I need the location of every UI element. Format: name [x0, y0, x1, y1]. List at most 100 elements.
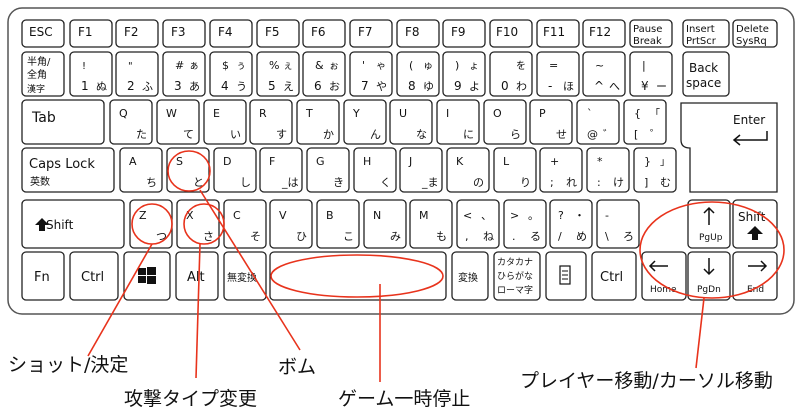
key-kana[interactable]: カタカナひらがなローマ字	[493, 251, 541, 301]
key-hankaku[interactable]: 半角/全角漢字	[21, 51, 65, 97]
key-esc[interactable]: ESC	[21, 19, 65, 48]
callout-attack-type-change: 攻撃タイプ変更	[124, 388, 258, 410]
key-backspace[interactable]: Backspace	[682, 51, 730, 97]
key-kat[interactable]: ` @ ゛	[576, 99, 620, 145]
callout-pause: ゲーム一時停止	[338, 388, 471, 410]
key-k1[interactable]: ! 1 ぬ	[69, 51, 113, 97]
key-label: く	[380, 176, 391, 189]
key-delete[interactable]: DeleteSysRq	[732, 19, 778, 48]
key-ctrlr[interactable]: Ctrl	[591, 251, 637, 301]
key-label: 9	[454, 79, 462, 93]
key-label: Delete	[736, 24, 769, 35]
key-f4[interactable]: F4	[209, 19, 253, 48]
key-label: に	[463, 128, 474, 141]
key-label: り	[520, 176, 531, 189]
key-pause[interactable]: PauseBreak	[629, 19, 673, 48]
key-label: SysRq	[736, 36, 767, 47]
key-f7[interactable]: F7	[349, 19, 393, 48]
key-f3[interactable]: F3	[162, 19, 206, 48]
key-menu[interactable]	[545, 251, 587, 301]
key-ctrll[interactable]: Ctrl	[69, 251, 119, 301]
key-label: 全角	[27, 68, 47, 81]
key-label: !	[82, 61, 86, 72]
key-kp[interactable]: Pせ	[529, 99, 573, 145]
key-ky[interactable]: Yん	[343, 99, 387, 145]
key-tab[interactable]: Tab	[21, 99, 105, 145]
key-space[interactable]	[269, 251, 447, 301]
key-kn[interactable]: Nみ	[363, 199, 407, 249]
key-kstar[interactable]: *: け	[586, 147, 630, 193]
key-k3[interactable]: # ぁ3 あ	[162, 51, 206, 97]
key-k7[interactable]: ' ゃ7 や	[349, 51, 393, 97]
key-k2[interactable]: " 2 ふ	[115, 51, 159, 97]
key-kz[interactable]: Zつ	[129, 199, 173, 249]
key-f6[interactable]: F6	[302, 19, 346, 48]
key-kslash[interactable]: ? ・ / め	[549, 199, 593, 249]
key-kcomma[interactable]: < 、, ね	[456, 199, 500, 249]
key-k5[interactable]: % ぇ5 え	[256, 51, 300, 97]
key-f5[interactable]: F5	[256, 19, 300, 48]
key-label: き	[333, 176, 344, 189]
key-label: F10	[496, 25, 518, 39]
key-fn[interactable]: Fn	[21, 251, 65, 301]
key-label: +	[550, 155, 559, 168]
key-kyen[interactable]: | ¥ ー	[629, 51, 673, 97]
key-f8[interactable]: F8	[396, 19, 440, 48]
key-f12[interactable]: F12	[582, 19, 626, 48]
key-km[interactable]: Mも	[409, 199, 453, 249]
key-label: L	[503, 155, 510, 168]
key-kq[interactable]: Qた	[109, 99, 153, 145]
key-label: PrtScr	[686, 36, 717, 47]
key-kj[interactable]: J _ま	[399, 147, 443, 193]
key-ki[interactable]: Iに	[436, 99, 480, 145]
key-muhenkan[interactable]: 無変換	[223, 251, 267, 301]
key-f10[interactable]: F10	[489, 19, 533, 48]
key-shiftr[interactable]: Shift	[732, 199, 778, 249]
key-kplus[interactable]: +; れ	[539, 147, 583, 193]
key-label: ;	[550, 176, 554, 189]
key-label: %	[269, 59, 279, 72]
key-kclose[interactable]: } 」] む	[633, 147, 677, 193]
key-ka[interactable]: Aち	[119, 147, 163, 193]
key-kbackslash[interactable]: - \ ろ	[596, 199, 640, 249]
key-label: ち	[146, 176, 157, 189]
key-kperiod[interactable]: > 。. る	[503, 199, 547, 249]
key-kh[interactable]: Hく	[353, 147, 397, 193]
key-k9[interactable]: ) ょ9 よ	[442, 51, 486, 97]
key-kd[interactable]: Dし	[213, 147, 257, 193]
key-f11[interactable]: F11	[536, 19, 580, 48]
key-kf[interactable]: F _は	[259, 147, 303, 193]
key-label: F	[269, 155, 275, 168]
key-kk[interactable]: Kの	[446, 147, 490, 193]
key-insert[interactable]: InsertPrtScr	[682, 19, 730, 48]
key-kminus[interactable]: = - ほ	[536, 51, 580, 97]
key-capslock[interactable]: Caps Lock 英数	[21, 147, 115, 193]
key-f2[interactable]: F2	[115, 19, 159, 48]
key-k4[interactable]: $ ぅ4 う	[209, 51, 253, 97]
key-k8[interactable]: (ゅ8 ゆ	[396, 51, 440, 97]
key-kb[interactable]: Bこ	[316, 199, 360, 249]
key-label: す	[276, 128, 287, 141]
key-kbracket[interactable]: {「 [゜	[623, 99, 667, 145]
key-kw[interactable]: Wて	[156, 99, 200, 145]
key-ko[interactable]: Oら	[483, 99, 527, 145]
key-end[interactable]: End	[732, 251, 778, 301]
key-kg[interactable]: Gき	[306, 147, 350, 193]
key-f9[interactable]: F9	[442, 19, 486, 48]
key-ku[interactable]: Uな	[389, 99, 433, 145]
key-kt[interactable]: Tか	[296, 99, 340, 145]
key-kr[interactable]: Rす	[249, 99, 293, 145]
key-alt[interactable]: Alt	[175, 251, 219, 301]
key-henkan[interactable]: 変換	[451, 251, 489, 301]
key-kl[interactable]: Lり	[493, 147, 537, 193]
key-k6[interactable]: & ぉ6 お	[302, 51, 346, 97]
key-ke[interactable]: Eい	[203, 99, 247, 145]
key-k0[interactable]: を0 わ	[489, 51, 533, 97]
key-label: ゜	[650, 128, 661, 141]
key-kc[interactable]: Cそ	[223, 199, 267, 249]
key-enter[interactable]: Enter	[680, 102, 778, 193]
key-f1[interactable]: F1	[69, 19, 113, 48]
key-label: Fn	[34, 270, 50, 285]
key-kv[interactable]: Vひ	[269, 199, 313, 249]
key-kcaret[interactable]: ~ ^ へ	[582, 51, 626, 97]
